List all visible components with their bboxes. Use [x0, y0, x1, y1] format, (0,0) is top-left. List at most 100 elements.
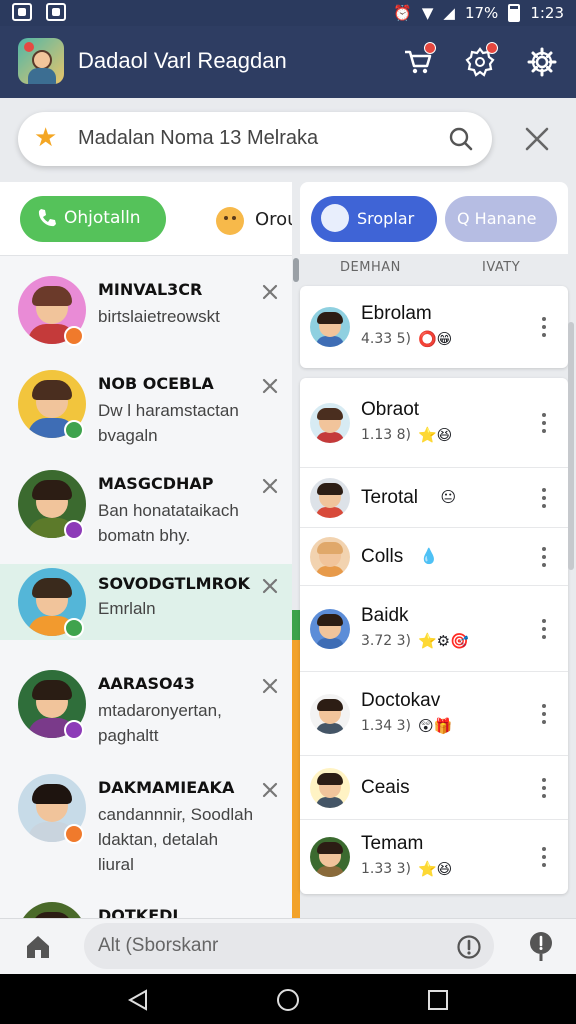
chat-row[interactable]: NOB OCEBLA Dw l haramstactan bvagaln [0, 350, 292, 448]
contact-status-icons: ⭐😆 [418, 426, 453, 444]
chat-name: DAKMAMIEAKA [98, 778, 235, 797]
status-badge [64, 520, 84, 540]
close-icon[interactable] [522, 124, 552, 154]
phone-icon [38, 209, 56, 227]
chat-row[interactable]: DAKMAMIEAKA candannnir, Soodlah ldaktan, … [0, 754, 292, 882]
accent-stripe-orange [292, 640, 300, 918]
contact-status-icons: 😐 [440, 488, 457, 506]
tab-inactive[interactable]: Q Hanane [445, 196, 557, 242]
status-badge [64, 326, 84, 346]
contact-row[interactable]: Ebrolam 4.33 5) ⭕😁 [300, 286, 568, 368]
signal-icon: ◢ [443, 4, 455, 22]
info-icon[interactable] [456, 934, 482, 960]
tab-active[interactable]: Sroplar [311, 196, 437, 242]
contact-row[interactable]: Obraot 1.13 8) ⭐😆 [300, 378, 568, 468]
chat-row[interactable]: AARASO43 mtadaronyertan, paghaltt [0, 650, 292, 754]
more-options-icon[interactable] [540, 845, 548, 867]
search-icon[interactable] [448, 126, 474, 152]
contact-row[interactable]: Baidk 3.72 3) ⭐⚙🎯 [300, 586, 568, 672]
contact-avatar[interactable] [310, 837, 350, 877]
more-options-icon[interactable] [540, 315, 548, 337]
left-scroll-indicator[interactable] [293, 258, 299, 282]
more-options-icon[interactable] [540, 702, 548, 724]
user-icon [321, 204, 349, 232]
chat-name: SOVODGTLMROK [98, 574, 250, 593]
more-options-icon[interactable] [540, 776, 548, 798]
dismiss-button[interactable] [260, 676, 280, 696]
close-icon [262, 378, 278, 394]
more-options-icon[interactable] [540, 545, 548, 567]
contact-row[interactable]: Colls 💧 [300, 528, 568, 586]
chat-preview: candannnir, Soodlah ldaktan, detalah liu… [98, 805, 254, 874]
contact-subtitle: 1.34 3) [361, 718, 411, 734]
search-bar[interactable]: ★ Madalan Noma 13 Melraka [18, 112, 492, 166]
search-input[interactable]: Madalan Noma 13 Melraka [78, 127, 318, 150]
status-bar: ⏰ ▼ ◢ 17% 1:23 [0, 0, 576, 26]
offers-button[interactable] [464, 42, 498, 78]
contact-avatar[interactable] [310, 694, 350, 734]
contact-status-icons: ⭕😁 [418, 330, 453, 348]
column-header-left: DEMHAN [340, 260, 401, 275]
contact-avatar[interactable] [310, 537, 350, 577]
chat-row[interactable]: MASGCDHAP Ban honatataikach bomatn bhy. [0, 450, 292, 564]
contact-avatar[interactable] [310, 478, 350, 518]
alarm-icon: ⏰ [393, 4, 412, 22]
contact-avatar[interactable] [310, 768, 350, 808]
dismiss-button[interactable] [260, 576, 280, 596]
dismiss-button[interactable] [260, 476, 280, 496]
avatar[interactable] [18, 902, 86, 918]
cart-badge [424, 42, 436, 54]
status-badge [64, 420, 84, 440]
contacts-card: Obraot 1.13 8) ⭐😆 Terotal 😐 Colls 💧 Baidk 3.72 3… [300, 378, 568, 894]
contact-row[interactable]: Ceais [300, 756, 568, 820]
mic-icon[interactable] [528, 931, 554, 963]
more-options-icon[interactable] [540, 486, 548, 508]
contact-subtitle: 1.13 8) [361, 427, 411, 443]
primary-filter-button[interactable]: Ohjotalln [20, 196, 166, 242]
contact-row[interactable]: Terotal 😐 [300, 468, 568, 528]
contact-status-icons: ⭐⚙🎯 [418, 632, 469, 650]
compose-field[interactable]: Alt (Sborskanr [84, 923, 494, 969]
home-nav-icon[interactable] [276, 988, 300, 1012]
chat-row[interactable]: SOVODGTLMROK Emrlaln [0, 564, 292, 640]
tab-active-label: Sroplar [357, 209, 415, 228]
more-options-icon[interactable] [540, 617, 548, 639]
chat-row[interactable]: DOTKEDI [0, 882, 292, 918]
chat-preview: birtslaietreowskt [98, 307, 220, 326]
chat-list-header: Ohjotalln Orou [0, 182, 292, 256]
chat-preview: Ban honatataikach bomatn bhy. [98, 501, 239, 545]
star-icon: ★ [34, 123, 58, 153]
contact-row[interactable]: Doctokav 1.34 3) 😲🎁 [300, 672, 568, 756]
primary-filter-label: Ohjotalln [64, 208, 141, 228]
contact-status-icons: 💧 [419, 547, 439, 565]
contact-name: Ebrolam [361, 303, 432, 324]
back-icon[interactable] [126, 988, 150, 1012]
cart-button[interactable] [402, 42, 436, 78]
more-options-icon[interactable] [540, 411, 548, 433]
contact-avatar[interactable] [310, 307, 350, 347]
status-badge [64, 618, 84, 638]
contact-avatar[interactable] [310, 609, 350, 649]
chat-row[interactable]: MINVAL3CR birtslaietreowskt [0, 256, 292, 352]
offers-badge [486, 42, 498, 54]
right-scrollbar[interactable] [568, 322, 574, 570]
chat-preview: Emrlaln [98, 599, 156, 618]
dismiss-button[interactable] [260, 376, 280, 396]
close-icon [262, 678, 278, 694]
chat-name: MINVAL3CR [98, 280, 203, 299]
secondary-filter-label[interactable]: Orou [255, 209, 292, 230]
settings-button[interactable] [526, 46, 558, 78]
recents-icon[interactable] [426, 988, 450, 1012]
clock: 1:23 [530, 4, 564, 22]
contact-name: Baidk [361, 605, 409, 626]
contact-row[interactable]: Temam 1.33 3) ⭐😆 [300, 820, 568, 894]
chat-preview: mtadaronyertan, paghaltt [98, 701, 222, 745]
contact-subtitle: 4.33 5) [361, 331, 411, 347]
close-icon [262, 782, 278, 798]
dismiss-button[interactable] [260, 282, 280, 302]
dismiss-button[interactable] [260, 780, 280, 800]
home-icon[interactable] [24, 933, 52, 961]
contact-avatar[interactable] [310, 403, 350, 443]
contacts-panel: Sroplar Q Hanane DEMHAN IVATY Ebrolam 4.3… [300, 182, 568, 918]
app-logo[interactable] [18, 38, 64, 84]
